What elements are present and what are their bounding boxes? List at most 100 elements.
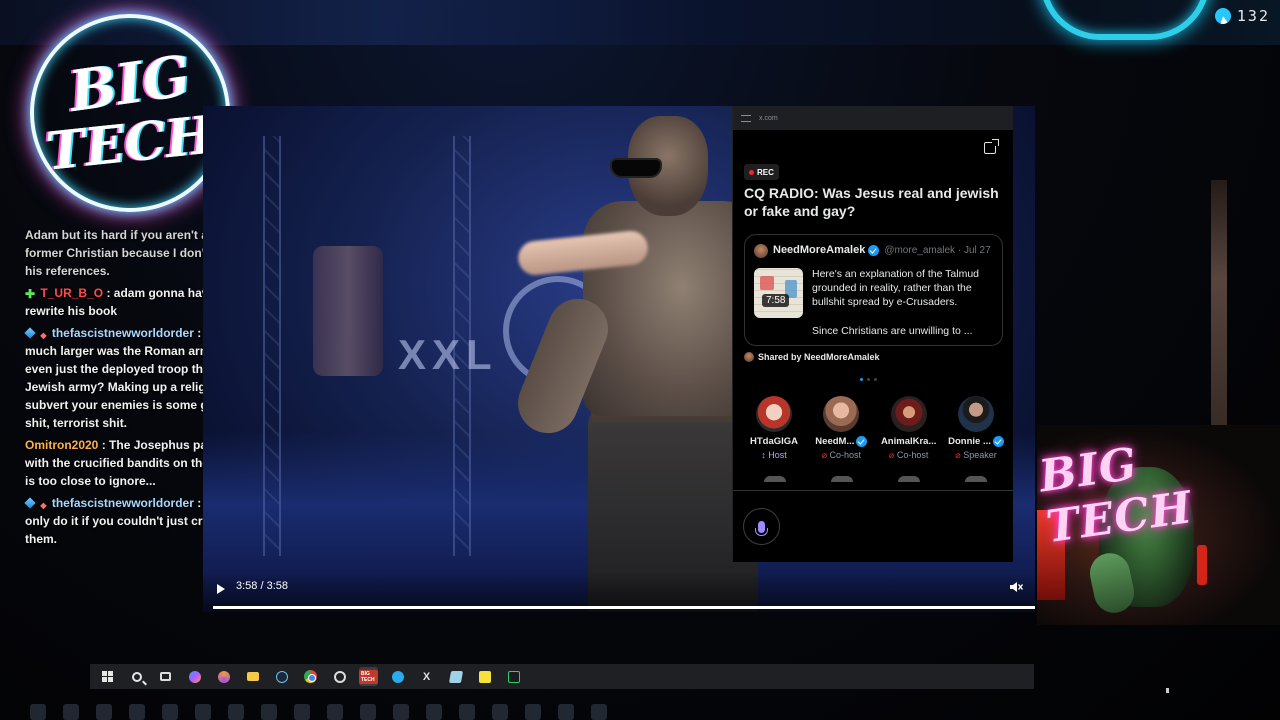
windows-icon: [102, 671, 113, 682]
video-progress-bar[interactable]: [213, 606, 1035, 609]
verified-icon: [868, 244, 880, 256]
plus-badge-icon: ✚: [25, 287, 36, 301]
steam-button[interactable]: [272, 667, 291, 686]
author-handle: @more_amalek · Jul 27: [884, 244, 991, 256]
cube-badge-icon: [24, 497, 36, 509]
obs-icon: [333, 670, 346, 683]
file-explorer-button[interactable]: [243, 667, 262, 686]
taskbar-search-button[interactable]: [127, 667, 146, 686]
mod-badge-icon: ◆: [40, 501, 47, 510]
viewer-icon: [1214, 8, 1231, 24]
participant-name: AnimalKra...: [880, 436, 937, 447]
chrome-button[interactable]: [301, 667, 320, 686]
avatar: [890, 396, 927, 432]
notepad-icon: [448, 670, 463, 683]
participant-role: Host: [768, 450, 787, 460]
telegram-button[interactable]: [388, 667, 407, 686]
site-settings-icon[interactable]: [741, 114, 751, 122]
avatar: [744, 352, 754, 362]
participant-role: Speaker: [963, 450, 997, 460]
screen: 132 BIG TECH Adam but its hard if you ar…: [0, 0, 1280, 720]
stage-truss: [263, 136, 281, 556]
stage-drum: [313, 246, 383, 376]
video-time: 3:58 / 3:58: [236, 580, 288, 592]
participant[interactable]: AnimalKra... ⌀ Co-host: [876, 396, 942, 461]
participant-name: NeedM...: [815, 436, 855, 447]
mic-off-icon: ⌀: [888, 450, 895, 460]
url-text: x.com: [759, 114, 778, 122]
logo-line2: TECH: [42, 104, 218, 183]
chat-username: thefascistnewworldorder: [51, 326, 194, 340]
verified-icon: [992, 436, 1004, 447]
reflected-taskbar: [30, 704, 610, 720]
participant[interactable]: NeedM... ⌀ Co-host: [808, 396, 874, 461]
steam-icon: [275, 670, 288, 683]
participant-name: Donnie ...: [948, 436, 991, 447]
search-icon: [131, 671, 142, 682]
host-icon: ↕: [761, 450, 766, 460]
webcam-feed: BIG TECH: [1037, 425, 1280, 625]
rec-label: REC: [757, 167, 774, 177]
copilot-button[interactable]: [185, 667, 204, 686]
avatar: [756, 396, 792, 432]
avatar: [754, 244, 768, 258]
participant[interactable]: Donnie ... ⌀ Speaker: [943, 396, 1009, 461]
terminal-icon: [507, 670, 520, 683]
expand-icon[interactable]: [984, 139, 999, 154]
sunglasses: [610, 158, 662, 178]
participant-role: Co-host: [829, 450, 862, 460]
webcam-neon-sign: BIG TECH: [1037, 438, 1196, 554]
task-view-button[interactable]: [156, 667, 175, 686]
sticky-notes-button[interactable]: [475, 667, 494, 686]
divider: [733, 490, 1013, 491]
participant-name: HTdaGIGA: [749, 436, 799, 447]
chrome-icon: [304, 670, 317, 683]
participants-row-2: [741, 476, 1009, 482]
notepad-button[interactable]: [446, 667, 465, 686]
chrome-profile-button[interactable]: [214, 667, 233, 686]
avatar: [823, 396, 860, 432]
rec-badge: REC: [744, 164, 779, 180]
post-author: NeedMoreAmalek @more_amalek · Jul 27: [773, 244, 991, 256]
terminal-button[interactable]: [504, 667, 523, 686]
viewer-count: 132: [1214, 7, 1270, 25]
stream-app-button[interactable]: BIG TECH: [359, 667, 378, 686]
start-button[interactable]: [98, 667, 117, 686]
background-image: [1211, 180, 1227, 425]
x-space-panel: x.com REC CQ RADIO: Was Jesus real and j…: [732, 106, 1013, 562]
mic-off-icon: ⌀: [955, 450, 961, 460]
avatar: [957, 396, 994, 432]
task-view-icon: [160, 672, 171, 681]
telegram-icon: [391, 670, 404, 683]
x-button[interactable]: X: [417, 667, 436, 686]
sticky-notes-icon: [478, 670, 491, 683]
pinned-post-card[interactable]: NeedMoreAmalek @more_amalek · Jul 27 7:5…: [744, 234, 1003, 346]
mute-icon[interactable]: [1009, 580, 1023, 594]
post-video-duration: 7:58: [762, 294, 790, 307]
chat-username: thefascistnewworldorder: [51, 496, 194, 510]
x-icon: X: [422, 670, 431, 683]
participants: HTdaGIGA ↕ Host NeedM... ⌀ Co-host Anima…: [741, 396, 1009, 461]
big-tech-logo: BIG TECH: [30, 14, 230, 212]
stage-symbol: XXL: [398, 331, 498, 378]
cube-badge-icon: [24, 327, 36, 339]
shared-by: Shared by NeedMoreAmalek: [744, 352, 880, 362]
author-name: NeedMoreAmalek: [773, 244, 866, 256]
post-video-thumbnail[interactable]: [754, 268, 803, 318]
rec-dot-icon: [749, 169, 754, 175]
post-text: Here's an explanation of the Talmud grou…: [812, 268, 980, 308]
mouse-cursor: [1166, 688, 1169, 693]
request-mic-button[interactable]: [743, 508, 780, 545]
folder-icon: [246, 672, 259, 681]
participant[interactable]: HTdaGIGA ↕ Host: [741, 396, 807, 461]
chrome-profile-icon: [217, 670, 230, 683]
play-icon[interactable]: [217, 584, 225, 594]
mod-badge-icon: ◆: [40, 331, 47, 340]
obs-button[interactable]: [330, 667, 349, 686]
participant-role: Co-host: [896, 450, 929, 460]
taskbar: BIG TECH X: [90, 664, 1034, 689]
url-bar[interactable]: x.com: [733, 106, 1013, 130]
chat-username: Omitron2020: [25, 438, 99, 452]
viewer-count-value: 132: [1236, 7, 1270, 25]
verified-icon: [856, 436, 868, 447]
